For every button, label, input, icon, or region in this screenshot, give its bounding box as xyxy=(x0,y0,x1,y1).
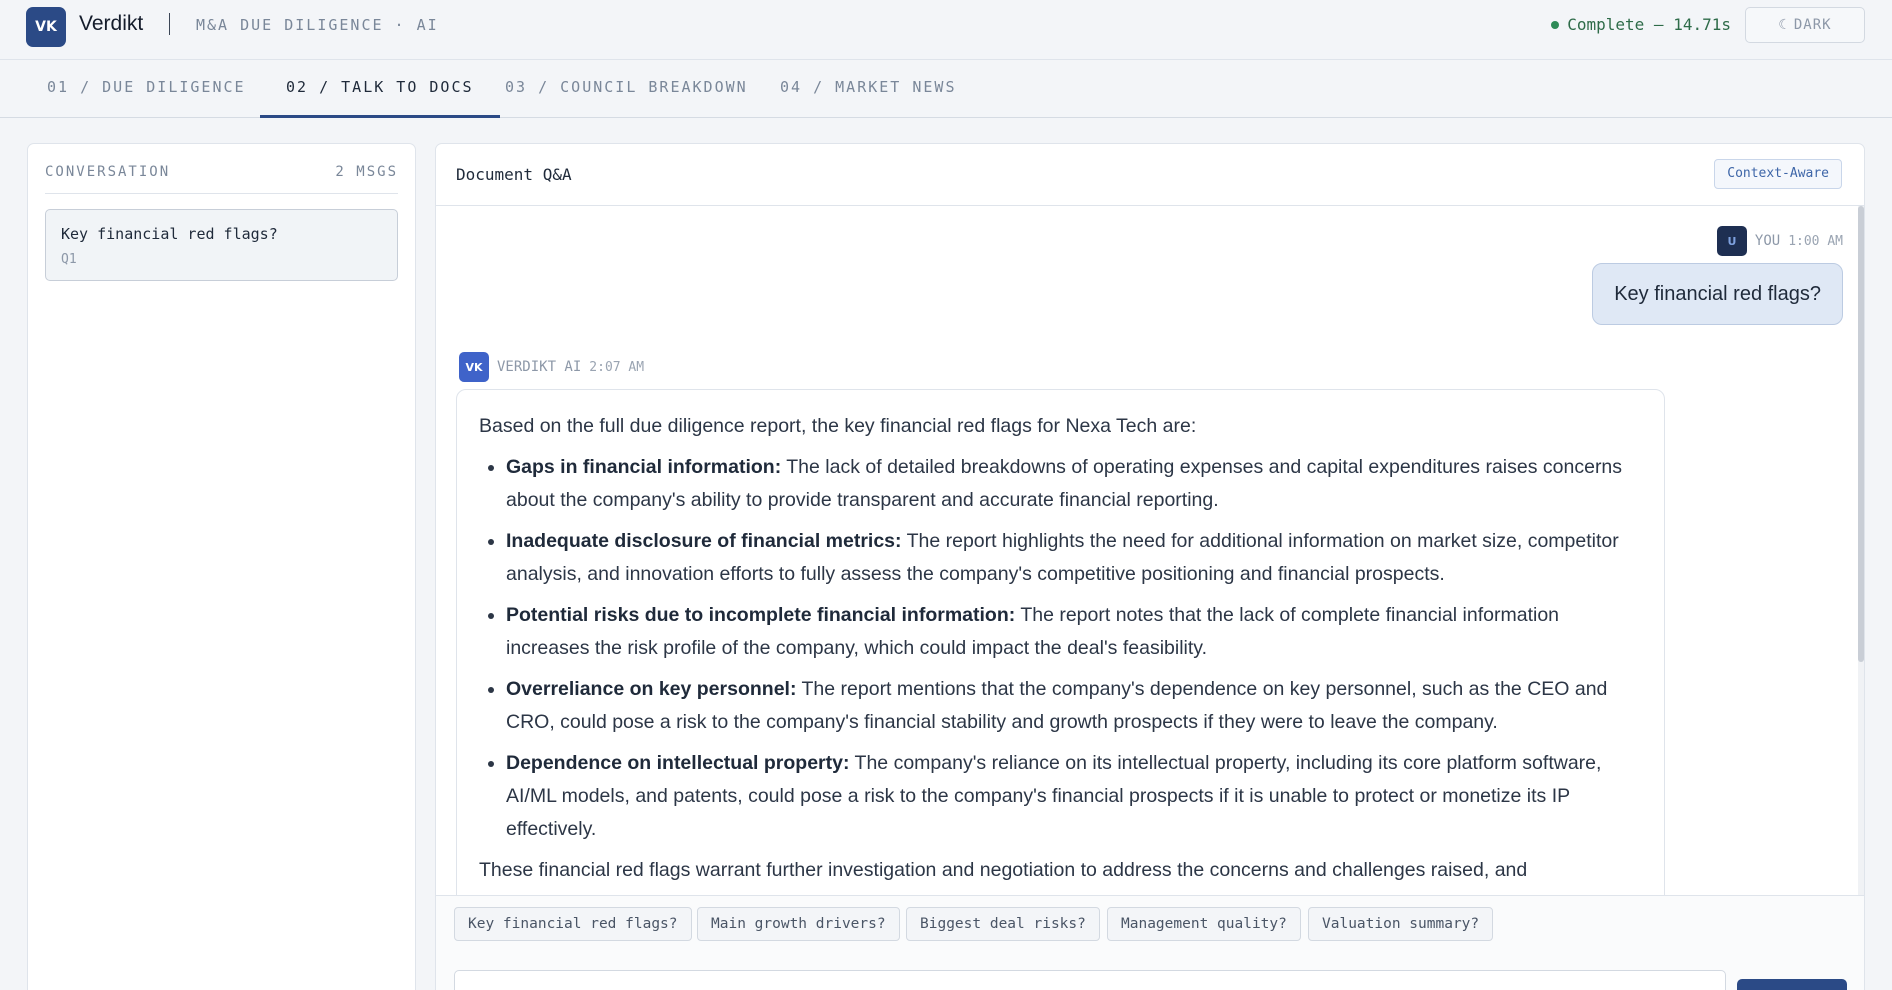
status-indicator: Complete — 14.71s xyxy=(1551,15,1731,34)
list-item-term: Dependence on intellectual property: xyxy=(506,752,850,774)
question-input[interactable] xyxy=(454,970,1726,990)
context-aware-badge: Context-Aware xyxy=(1714,159,1842,189)
user-avatar: U xyxy=(1716,226,1747,256)
suggestion-chip-valuation[interactable]: Valuation summary? xyxy=(1308,907,1494,941)
status-dot-icon xyxy=(1551,20,1560,29)
brand-divider xyxy=(169,13,170,35)
list-item-term: Inadequate disclosure of financial metri… xyxy=(506,530,902,552)
tab-council-breakdown[interactable]: 03 / COUNCIL BREAKDOWN xyxy=(479,60,774,118)
list-item: Inadequate disclosure of financial metri… xyxy=(506,525,1642,591)
dark-mode-toggle-button[interactable]: ☾ DARK xyxy=(1745,7,1865,43)
ai-timestamp: 2:07 AM xyxy=(589,359,645,375)
ai-outro-text: These financial red flags warrant furthe… xyxy=(479,859,1528,881)
conversation-item-question: Key financial red flags? xyxy=(61,225,278,243)
qa-title: Document Q&A xyxy=(456,165,572,184)
conversation-header: CONVERSATION 2 MSGS xyxy=(45,164,398,194)
tab-bar: 01 / DUE DILIGENCE 02 / TALK TO DOCS 03 … xyxy=(0,60,1892,118)
suggestion-chip-management[interactable]: Management quality? xyxy=(1107,907,1301,941)
chat-area[interactable]: U YOU 1:00 AM Key financial red flags? V… xyxy=(436,206,1864,895)
list-item: Potential risks due to incomplete financ… xyxy=(506,599,1642,665)
conversation-panel: CONVERSATION 2 MSGS Key financial red fl… xyxy=(27,143,416,990)
dark-mode-label: DARK xyxy=(1793,17,1832,33)
suggestion-bar: Key financial red flags? Main growth dri… xyxy=(436,895,1864,990)
qa-header: Document Q&A Context-Aware xyxy=(436,144,1864,206)
ai-author: VERDIKT AI xyxy=(497,359,582,375)
conversation-item[interactable]: Key financial red flags? Q1 xyxy=(45,209,398,281)
chat-scrollbar-thumb[interactable] xyxy=(1858,206,1864,662)
brand-name: Verdikt xyxy=(79,12,144,35)
user-timestamp: 1:00 AM xyxy=(1788,233,1843,249)
moon-icon: ☾ xyxy=(1778,17,1788,33)
user-message-meta: U YOU 1:00 AM xyxy=(1716,226,1843,256)
list-item: Dependence on intellectual property: The… xyxy=(506,747,1642,846)
suggestion-chip-red-flags[interactable]: Key financial red flags? xyxy=(454,907,692,941)
tab-talk-to-docs[interactable]: 02 / TALK TO DOCS xyxy=(260,60,500,118)
list-item-term: Gaps in financial information: xyxy=(506,456,782,478)
user-author: YOU xyxy=(1754,233,1781,249)
ai-intro-text: Based on the full due diligence report, … xyxy=(479,415,1197,437)
list-item: Gaps in financial information: The lack … xyxy=(506,451,1642,517)
verdikt-logo: VK xyxy=(26,7,66,47)
status-text: Complete — 14.71s xyxy=(1567,15,1731,34)
app-header: VK Verdikt M&A DUE DILIGENCE · AI Comple… xyxy=(0,0,1892,60)
conversation-title: CONVERSATION xyxy=(45,164,171,180)
tab-market-news[interactable]: 04 / MARKET NEWS xyxy=(754,60,983,118)
conversation-item-id: Q1 xyxy=(61,252,77,267)
list-item-term: Overreliance on key personnel: xyxy=(506,678,797,700)
message-count: 2 MSGS xyxy=(335,164,398,180)
red-flag-list: Gaps in financial information: The lack … xyxy=(479,451,1642,846)
ai-message-meta: VK VERDIKT AI 2:07 AM xyxy=(459,352,644,382)
document-qa-panel: Document Q&A Context-Aware U YOU 1:00 AM… xyxy=(435,143,1865,990)
suggestion-chip-deal-risks[interactable]: Biggest deal risks? xyxy=(906,907,1100,941)
ai-avatar: VK xyxy=(459,352,489,382)
suggestion-chip-growth-drivers[interactable]: Main growth drivers? xyxy=(697,907,900,941)
ai-message-bubble: Based on the full due diligence report, … xyxy=(456,389,1665,895)
list-item-term: Potential risks due to incomplete financ… xyxy=(506,604,1016,626)
tab-due-diligence[interactable]: 01 / DUE DILIGENCE xyxy=(21,60,272,118)
user-message-bubble: Key financial red flags? xyxy=(1592,263,1843,325)
brand-subtitle: M&A DUE DILIGENCE · AI xyxy=(196,16,439,34)
list-item: Overreliance on key personnel: The repor… xyxy=(506,673,1642,739)
send-button[interactable] xyxy=(1737,979,1847,990)
